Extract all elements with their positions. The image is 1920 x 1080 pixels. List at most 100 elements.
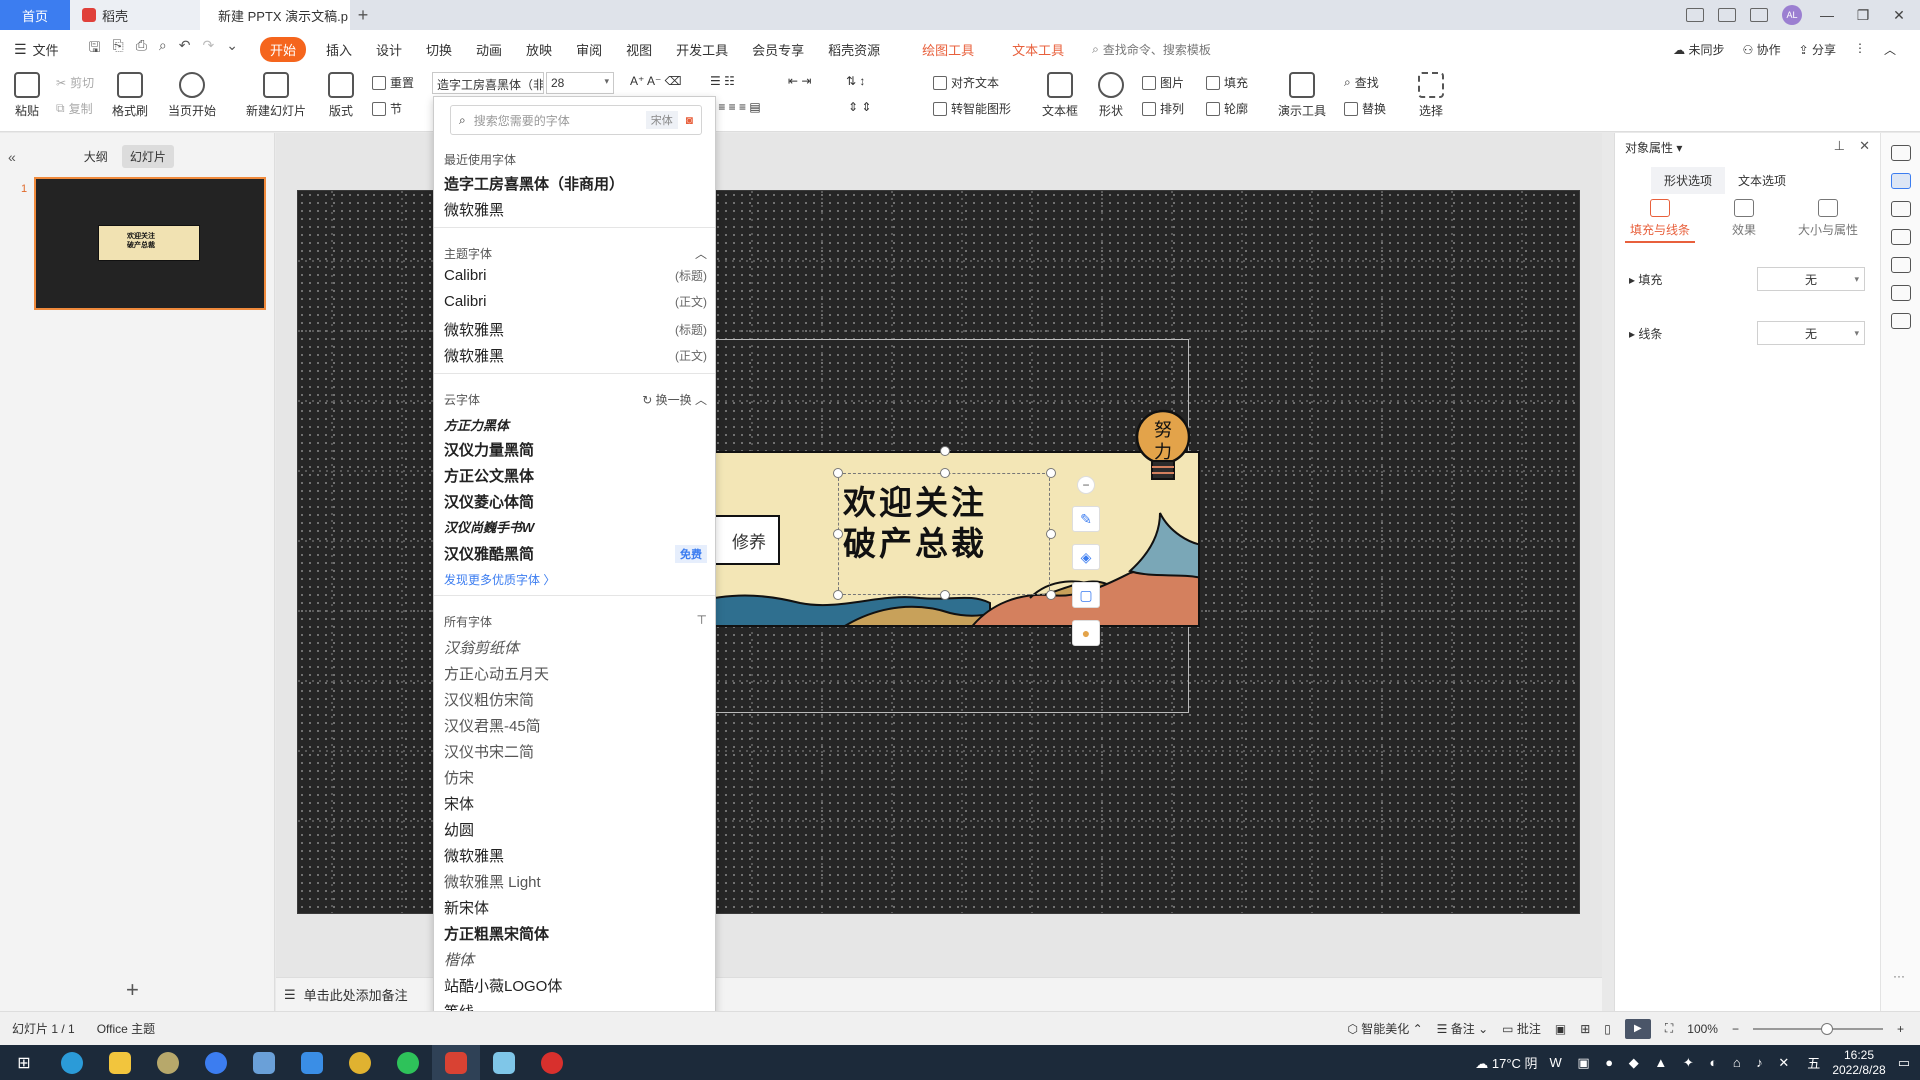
font-search-input[interactable]: ⌕ 搜索您需要的字体 宋体 ◙ (450, 105, 702, 135)
comment-toggle[interactable]: ▭ 批注 (1502, 1020, 1541, 1037)
font-name-combobox[interactable]: 造字工房喜黑体（非 (432, 72, 544, 94)
resize-handle[interactable] (1046, 468, 1056, 478)
print-icon[interactable]: ⎙ (136, 37, 147, 61)
line-spacing-icon[interactable]: ⇕ ⇕ (848, 100, 871, 114)
close-window-icon[interactable]: ✕ (1888, 7, 1910, 24)
paste-button[interactable]: 粘贴 (14, 72, 40, 119)
menu-review[interactable]: 审阅 (564, 40, 614, 59)
menu-animation[interactable]: 动画 (464, 40, 514, 59)
undo-icon[interactable]: ↶ (179, 37, 191, 61)
font-option[interactable]: 汉仪尚巍手书W (444, 517, 707, 536)
help-icon[interactable] (1890, 257, 1911, 273)
font-size-combobox[interactable]: 28 ▾ (546, 72, 614, 94)
outline-button[interactable]: 轮廓 (1206, 100, 1248, 117)
share-icon[interactable] (1890, 285, 1911, 301)
animation-icon[interactable] (1890, 145, 1911, 161)
list-icons[interactable]: ☰ ☷ (710, 74, 735, 88)
tab-shape-options[interactable]: 形状选项 (1651, 167, 1726, 194)
star-icon[interactable] (1890, 201, 1911, 217)
menu-text-tools[interactable]: 文本工具 (1000, 40, 1076, 59)
refresh-icon[interactable]: ↻ (642, 393, 652, 407)
menu-file[interactable]: 文件 (31, 40, 71, 59)
menu-docer-resources[interactable]: 稻壳资源 (816, 40, 892, 59)
font-option[interactable]: 汉仪力量黑简 (444, 439, 707, 460)
text-direction-icon[interactable]: ⇅ ↕ (846, 74, 865, 88)
line-select[interactable]: 无 (1757, 321, 1865, 345)
font-option[interactable]: 汉翁剪纸体 (444, 637, 707, 658)
zoom-out-icon[interactable]: − (1732, 1022, 1739, 1036)
font-option[interactable]: 汉仪书宋二简 (444, 741, 707, 762)
tab-docer[interactable]: 稻壳 (70, 0, 200, 30)
replace-button[interactable]: 替换 (1344, 100, 1386, 117)
subtab-effect[interactable]: 效果 (1709, 199, 1779, 243)
windows-start-icon[interactable]: ⊞ (0, 1053, 48, 1073)
arrange-button[interactable]: 排列 (1142, 100, 1184, 117)
netease-music-icon[interactable] (528, 1045, 576, 1080)
font-option[interactable]: 汉仪君黑-45简 (444, 715, 707, 736)
idea-bulb-icon[interactable]: ● (1072, 620, 1100, 646)
resize-handle[interactable] (940, 468, 950, 478)
font-option[interactable]: 楷体 (444, 949, 707, 970)
layout-icon[interactable] (1686, 8, 1704, 22)
notepad-icon[interactable] (480, 1045, 528, 1080)
pin-icon[interactable]: ⊤ (697, 613, 707, 630)
sorter-view-icon[interactable]: ⊞ (1580, 1022, 1590, 1036)
font-option[interactable]: 方正公文黑体 (444, 465, 707, 486)
font-option[interactable]: 方正力黑体 (444, 415, 707, 434)
fill-shape-icon[interactable]: ◈ (1072, 544, 1100, 570)
font-option[interactable]: 汉仪粗仿宋简 (444, 689, 707, 710)
textbox-button[interactable]: 文本框 (1042, 72, 1078, 119)
menu-insert[interactable]: 插入 (314, 40, 364, 59)
section-button[interactable]: 节 (372, 100, 402, 117)
zoom-level[interactable]: 100% (1687, 1022, 1718, 1036)
more-icon[interactable]: ⋮ (1854, 41, 1866, 58)
play-from-current-button[interactable]: 当页开始 (168, 72, 216, 119)
zoom-slider[interactable] (1752, 1022, 1883, 1035)
rotate-handle[interactable] (940, 446, 950, 456)
mail-icon[interactable] (288, 1045, 336, 1080)
fill-expand[interactable]: ▸ 填充 (1629, 271, 1662, 288)
reading-view-icon[interactable]: ▯ (1604, 1022, 1611, 1036)
font-option[interactable]: 微软雅黑 (标题) (444, 319, 707, 340)
chevron-up-icon[interactable]: ︿ (695, 393, 707, 407)
collapse-pane-icon[interactable]: « (8, 149, 16, 165)
add-slide-plus-icon[interactable]: + (126, 977, 139, 1003)
notes-toggle[interactable]: ☰ 备注 ⌄ (1437, 1020, 1489, 1037)
resize-handle[interactable] (833, 468, 843, 478)
line-expand[interactable]: ▸ 线条 (1629, 325, 1662, 342)
reset-button[interactable]: 重置 (372, 74, 414, 91)
font-option[interactable]: 新宋体 (444, 897, 707, 918)
font-option[interactable]: Calibri (正文) (444, 293, 707, 310)
font-option[interactable]: 方正心动五月天 (444, 663, 707, 684)
tray-icons[interactable]: W ▣ ● ◆ ▲ ✦ ◐ ⌂ ♪ ✕ (1550, 1055, 1796, 1071)
font-option[interactable]: 仿宋 (444, 767, 707, 788)
tab-slides[interactable]: 幻灯片 (121, 145, 174, 168)
resize-handle[interactable] (833, 529, 843, 539)
redo-icon[interactable]: ↷ (203, 37, 215, 61)
tab-text-options[interactable]: 文本选项 (1725, 167, 1799, 194)
new-tab-plus-icon[interactable]: + (350, 0, 376, 30)
font-option[interactable]: 宋体 (444, 793, 707, 814)
font-option[interactable]: 方正粗黑宋简体 (444, 923, 707, 944)
menu-developer[interactable]: 开发工具 (664, 40, 740, 59)
edge-icon[interactable] (48, 1045, 96, 1080)
menu-design[interactable]: 设计 (364, 40, 414, 59)
slide-thumbnail[interactable]: 欢迎关注 破产总裁 (34, 177, 266, 310)
font-option[interactable]: Calibri (标题) (444, 267, 707, 284)
fit-window-icon[interactable]: ⛶ (1665, 1021, 1673, 1036)
font-option[interactable]: 微软雅黑 (444, 845, 707, 866)
layout-button[interactable]: 版式 (328, 72, 354, 119)
font-option[interactable]: 站酷小薇LOGO体 (444, 975, 707, 996)
collapse-toolbar-icon[interactable]: − (1077, 476, 1095, 494)
font-option[interactable]: 微软雅黑 Light (444, 871, 707, 892)
format-painter-button[interactable]: 格式刷 (112, 72, 148, 119)
subtab-fill-line[interactable]: 填充与线条 (1625, 199, 1695, 243)
menu-transition[interactable]: 切换 (414, 40, 464, 59)
font-option[interactable]: 微软雅黑 (正文) (444, 345, 707, 366)
minimize-icon[interactable]: — (1816, 7, 1838, 23)
align-text-button[interactable]: 对齐文本 (933, 74, 999, 91)
close-panel-icon[interactable]: ✕ (1859, 138, 1870, 154)
export-pdf-icon[interactable]: ⎘ (113, 37, 124, 61)
calculator-icon[interactable] (240, 1045, 288, 1080)
more-fonts-link[interactable]: 发现更多优质字体 〉 (444, 571, 555, 588)
